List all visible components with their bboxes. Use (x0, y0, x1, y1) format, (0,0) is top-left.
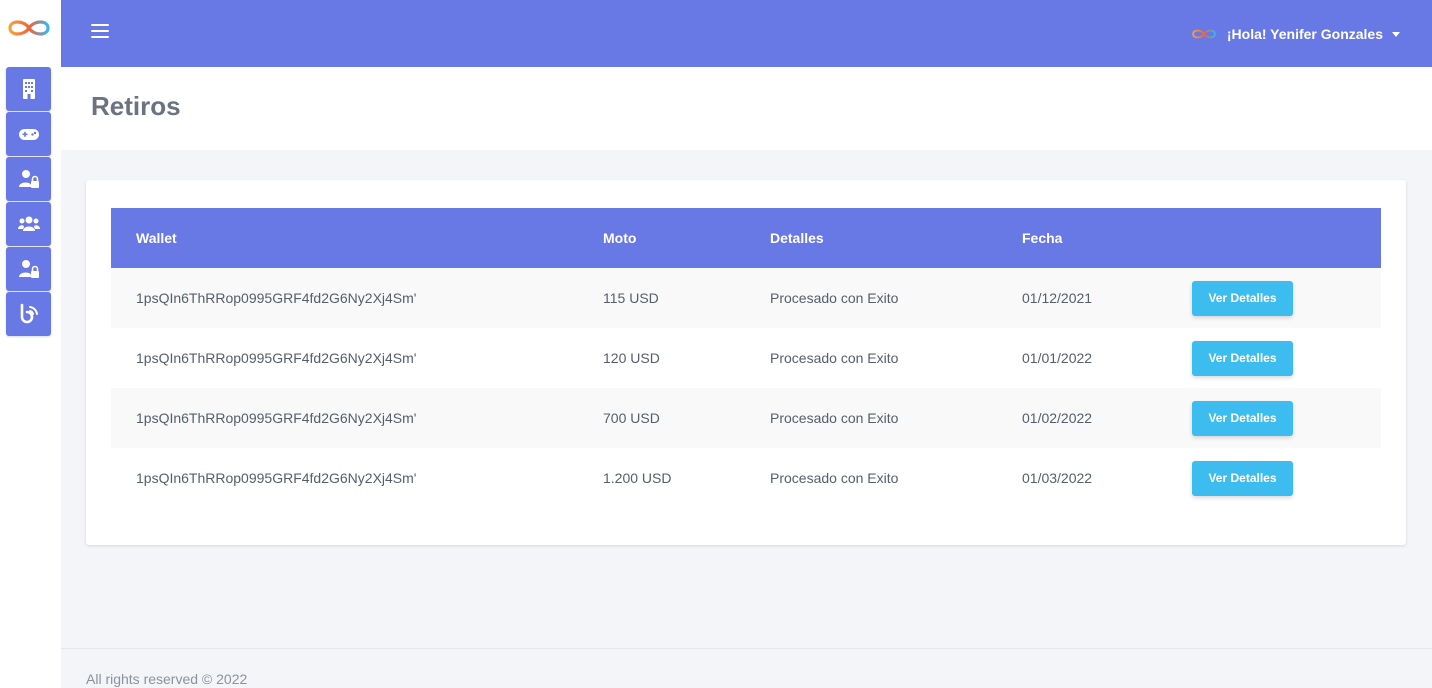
sidebar-item-games[interactable] (6, 112, 51, 156)
blog-icon (20, 303, 38, 324)
sidebar-item-users[interactable] (6, 202, 51, 246)
cell-moto: 1.200 USD (603, 470, 672, 486)
user-menu-dropdown[interactable]: ¡Hola! Yenifer Gonzales (1189, 24, 1400, 44)
header-detalles: Detalles (770, 230, 824, 246)
withdrawals-table: Wallet Moto Detalles Fecha 1psQIn6ThRRop… (111, 208, 1381, 508)
sidebar-item-user-lock-2[interactable] (6, 247, 51, 291)
table-row: 1psQIn6ThRRop0995GRF4fd2G6Ny2Xj4Sm' 1.20… (111, 448, 1381, 508)
user-lock-icon (18, 260, 39, 278)
ver-detalles-button[interactable]: Ver Detalles (1192, 280, 1293, 316)
header-wallet: Wallet (136, 230, 177, 246)
cell-detalles: Procesado con Exito (770, 350, 899, 366)
header-moto: Moto (603, 230, 637, 246)
cell-fecha: 01/01/2022 (1022, 350, 1093, 366)
cell-wallet: 1psQIn6ThRRop0995GRF4fd2G6Ny2Xj4Sm' (136, 350, 417, 366)
cell-fecha: 01/03/2022 (1022, 470, 1093, 486)
cell-moto: 120 USD (603, 350, 660, 366)
cell-fecha: 01/12/2021 (1022, 290, 1093, 306)
table-row: 1psQIn6ThRRop0995GRF4fd2G6Ny2Xj4Sm' 700 … (111, 388, 1381, 448)
cell-action: Ver Detalles (1167, 328, 1381, 388)
cell-fecha: 01/02/2022 (1022, 410, 1093, 426)
sidebar-item-blog[interactable] (6, 292, 51, 336)
cell-action: Ver Detalles (1167, 388, 1381, 448)
cell-wallet: 1psQIn6ThRRop0995GRF4fd2G6Ny2Xj4Sm' (136, 410, 417, 426)
header-actions (1167, 208, 1381, 268)
ver-detalles-button[interactable]: Ver Detalles (1192, 460, 1293, 496)
cell-wallet: 1psQIn6ThRRop0995GRF4fd2G6Ny2Xj4Sm' (136, 290, 417, 306)
hamburger-icon[interactable] (91, 24, 109, 42)
table-header-row: Wallet Moto Detalles Fecha (111, 208, 1381, 268)
header-fecha: Fecha (1022, 230, 1063, 246)
table-row: 1psQIn6ThRRop0995GRF4fd2G6Ny2Xj4Sm' 115 … (111, 268, 1381, 328)
cell-detalles: Procesado con Exito (770, 290, 899, 306)
users-icon (17, 216, 40, 231)
caret-down-icon (1392, 31, 1400, 37)
footer-copyright: All rights reserved © 2022 (86, 671, 248, 687)
page-header: Retiros (61, 67, 1432, 150)
gamepad-icon (18, 129, 39, 140)
table-row: 1psQIn6ThRRop0995GRF4fd2G6Ny2Xj4Sm' 120 … (111, 328, 1381, 388)
ver-detalles-button[interactable]: Ver Detalles (1192, 340, 1293, 376)
cell-moto: 115 USD (603, 290, 659, 306)
building-icon (22, 79, 35, 99)
infinity-logo[interactable] (6, 14, 52, 42)
footer-divider (61, 648, 1432, 649)
sidebar (0, 0, 61, 688)
withdrawals-card: Wallet Moto Detalles Fecha 1psQIn6ThRRop… (86, 180, 1406, 545)
cell-detalles: Procesado con Exito (770, 470, 899, 486)
sidebar-item-user-lock[interactable] (6, 157, 51, 201)
cell-detalles: Procesado con Exito (770, 410, 899, 426)
infinity-logo-small (1192, 29, 1216, 39)
cell-action: Ver Detalles (1167, 448, 1381, 508)
cell-wallet: 1psQIn6ThRRop0995GRF4fd2G6Ny2Xj4Sm' (136, 470, 417, 486)
cell-moto: 700 USD (603, 410, 660, 426)
page-title: Retiros (91, 91, 181, 121)
user-lock-icon (18, 170, 39, 188)
cell-action: Ver Detalles (1167, 268, 1381, 328)
ver-detalles-button[interactable]: Ver Detalles (1192, 400, 1293, 436)
user-greeting: ¡Hola! Yenifer Gonzales (1226, 26, 1383, 42)
sidebar-item-building[interactable] (6, 67, 51, 111)
top-navbar: ¡Hola! Yenifer Gonzales (61, 0, 1432, 67)
